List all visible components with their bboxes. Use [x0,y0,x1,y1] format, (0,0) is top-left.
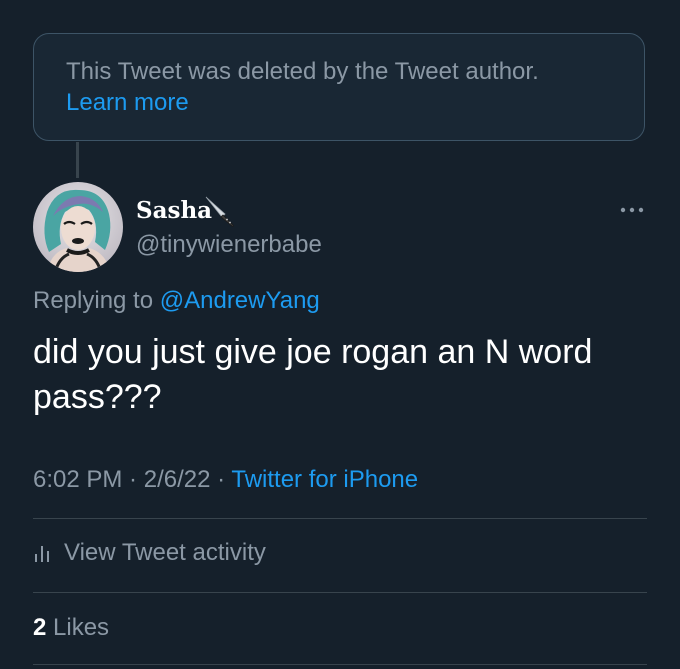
tweet-text: did you just give joe rogan an N word pa… [33,333,593,416]
deleted-notice-text: This Tweet was deleted by the Tweet auth… [66,58,539,85]
tweet-time[interactable]: 6:02 PM [33,466,122,493]
likes-count: 2 [33,614,47,641]
avatar[interactable] [33,182,123,272]
view-tweet-activity-label: View Tweet activity [64,539,266,566]
meta-separator: · [210,466,232,493]
reply-mention-link[interactable]: @AndrewYang [160,287,320,314]
thread-connector-line [76,142,79,178]
meta-separator: · [122,466,144,493]
view-tweet-activity-button[interactable]: View Tweet activity [33,536,266,570]
likes-stat[interactable]: 2 Likes [33,612,109,644]
divider [33,664,647,665]
author-display-name[interactable]: Sasha [136,197,212,225]
tweet-metadata: 6:02 PM · 2/6/22 · Twitter for iPhone [33,464,418,496]
tweet-source-link[interactable]: Twitter for iPhone [231,466,418,493]
replying-to-line: Replying to @AndrewYang [33,285,320,317]
deleted-tweet-notice: This Tweet was deleted by the Tweet auth… [33,33,645,141]
more-options-icon[interactable] [617,200,647,220]
tweet-date[interactable]: 2/6/22 [144,466,211,493]
knife-icon [203,194,237,228]
author-handle[interactable]: @tinywienerbabe [136,230,322,260]
divider [33,518,647,519]
bar-chart-icon [33,542,53,564]
replying-to-label: Replying to [33,287,160,314]
likes-label: Likes [46,614,110,641]
learn-more-link[interactable]: Learn more [66,87,644,118]
divider [33,592,647,593]
